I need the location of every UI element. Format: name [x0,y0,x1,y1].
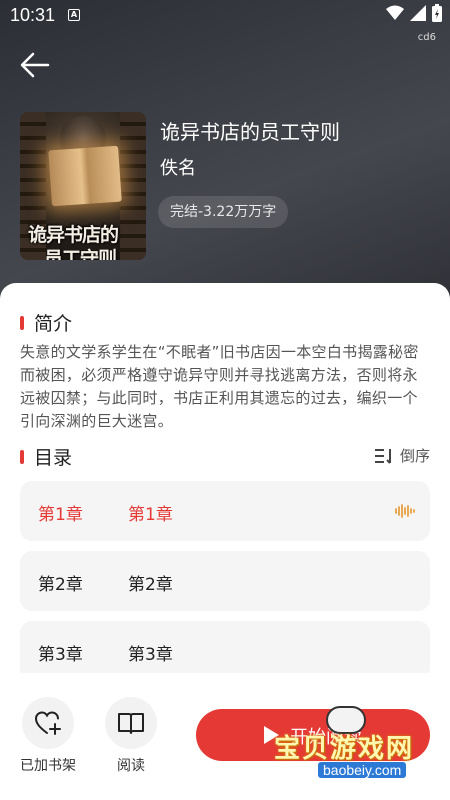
status-time: 10:31 [10,5,56,25]
book-status-badge: 完结-3.22万万字 [158,196,289,228]
playing-wave-icon [395,504,415,518]
play-icon [264,726,279,744]
chapter-name: 第1章 [128,505,173,525]
chapter-name: 第2章 [128,575,173,595]
intro-text: 失意的文学系学生在“不眠者”旧书店因一本空白书揭露秘密而被困，必须严格遵守诡异守… [20,343,419,430]
read-label: 阅读 [117,758,145,774]
sort-icon [374,448,391,464]
reverse-order-label: 倒序 [399,447,430,465]
read-nav-button[interactable]: 阅读 [103,697,159,775]
add-to-shelf-button[interactable]: 已加书架 [20,697,76,775]
open-book-icon [118,713,144,734]
chapter-number: 第3章 [38,645,83,665]
toc-heading-text: 目录 [34,447,73,469]
arrow-left-icon [20,52,50,78]
back-button[interactable] [18,48,52,82]
cover-open-book [48,145,122,207]
start-reading-button[interactable]: 开始阅读 [196,709,430,761]
section-marker [20,449,24,464]
chapter-item-3[interactable]: 第3章 第3章 [20,621,430,681]
shelf-icon-circle [22,697,74,749]
intro-heading-text: 简介 [34,313,73,335]
book-header: 10:31 A cd6 诡异书店的 员工守则 诡异书店的员工守则 佚名 完结-3… [0,0,450,310]
start-reading-label: 开始阅读 [290,727,362,748]
signal-icon [410,5,426,21]
detail-sheet: 简介 失意的文学系学生在“不眠者”旧书店因一本空白书揭露秘密而被困，必须严格遵守… [0,283,450,681]
battery-icon [432,4,442,22]
build-tag: cd6 [417,32,436,43]
notification-a-icon: A [68,9,80,21]
chapter-item-1[interactable]: 第1章 第1章 [20,481,430,541]
cover-title-line2: 员工守则 [44,248,117,260]
status-bar: 10:31 A cd6 [0,0,450,43]
chapter-number: 第1章 [38,505,83,525]
chapter-number: 第2章 [38,575,83,595]
system-icons [386,4,442,22]
book-title: 诡异书店的员工守则 [160,120,340,144]
heart-plus-icon [34,711,61,735]
read-icon-circle [105,697,157,749]
wifi-icon [386,5,404,20]
reverse-order-button[interactable]: 倒序 [374,445,430,466]
intro-heading: 简介 [20,309,72,336]
book-author: 佚名 [160,158,196,179]
chapter-name: 第3章 [128,645,173,665]
cover-title-line1: 诡异书店的 [28,224,119,246]
chapter-item-2[interactable]: 第2章 第2章 [20,551,430,611]
shelf-label: 已加书架 [20,758,76,774]
cover-shelf-right [120,112,146,260]
bottom-action-bar: 已加书架 阅读 开始阅读 [0,673,450,800]
section-marker [20,315,24,330]
book-cover[interactable]: 诡异书店的 员工守则 [20,112,146,260]
toc-heading: 目录 [20,443,72,470]
